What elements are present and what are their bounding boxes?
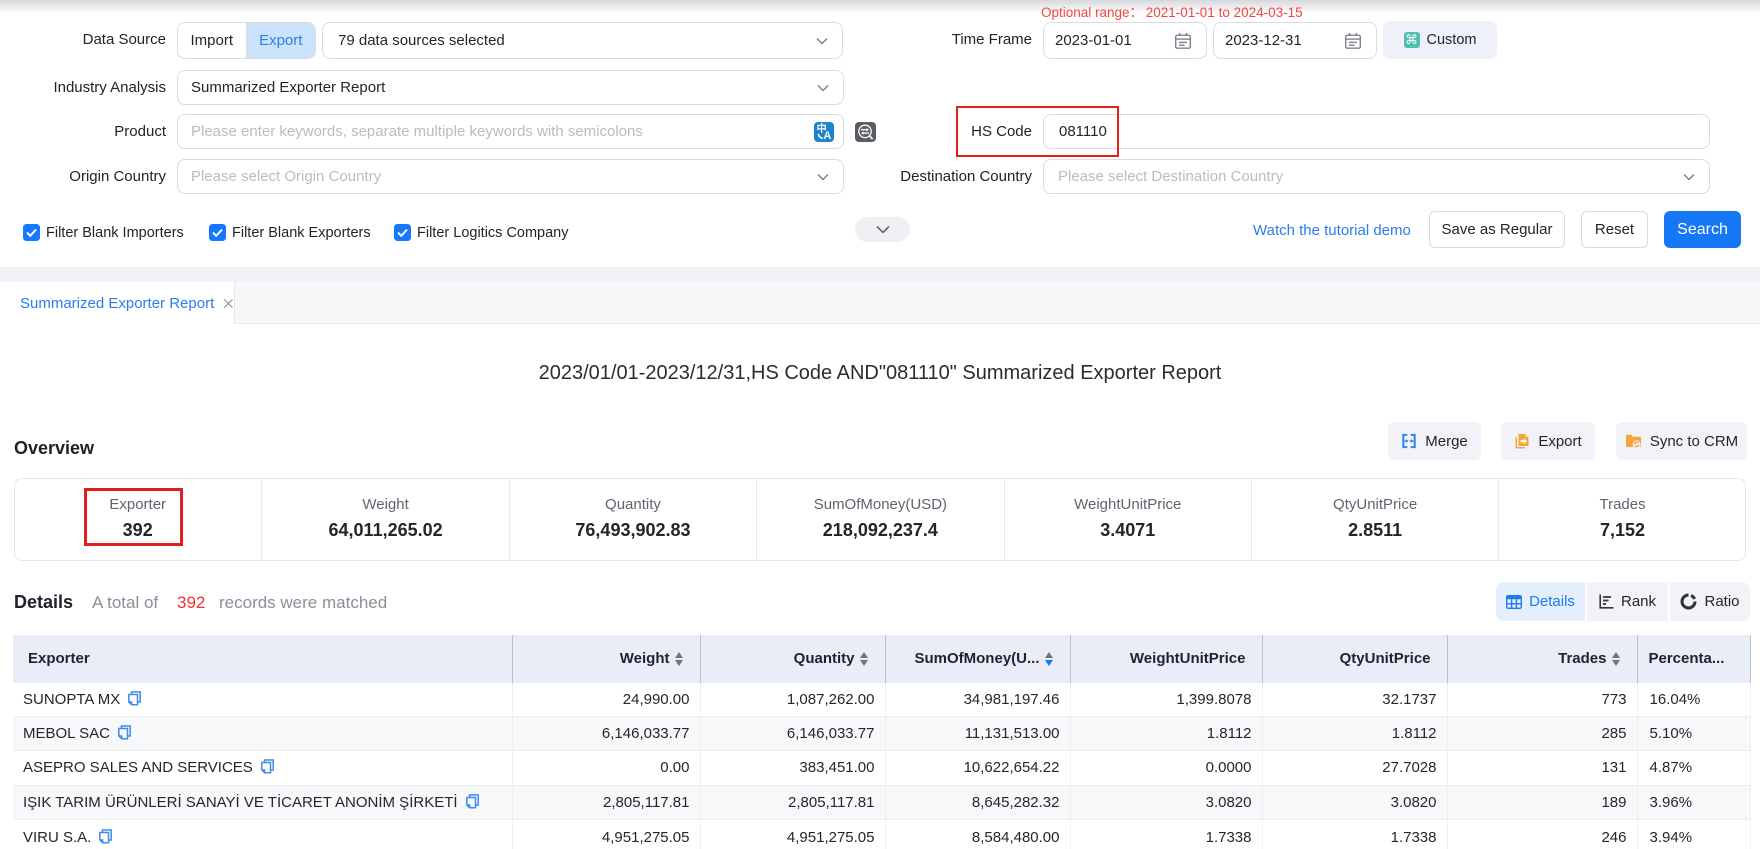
svg-text:A: A <box>823 130 831 142</box>
